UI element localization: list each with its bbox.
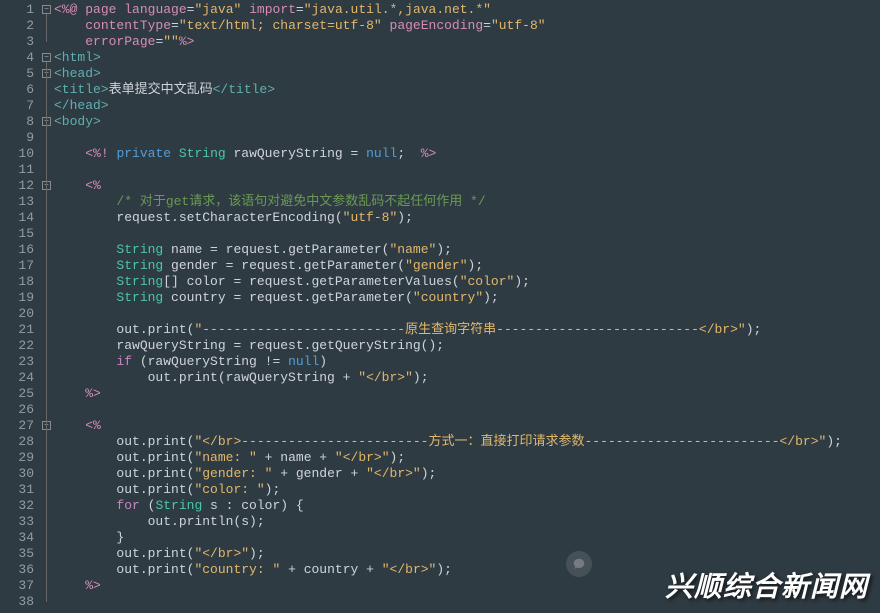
code-line[interactable]: String gender = request.getParameter("ge… [54,258,880,274]
line-number[interactable]: 34 [0,530,34,546]
code-line[interactable]: <%! private String rawQueryString = null… [54,146,880,162]
fold-toggle-icon[interactable]: − [42,5,51,14]
code-line[interactable]: if (rawQueryString != null) [54,354,880,370]
line-number[interactable]: 12 [0,178,34,194]
line-number[interactable]: 22 [0,338,34,354]
code-line[interactable]: out.print("--------------------------原生查… [54,322,880,338]
code-line[interactable]: contentType="text/html; charset=utf-8" p… [54,18,880,34]
line-number[interactable]: 20 [0,306,34,322]
line-number[interactable]: 17 [0,258,34,274]
line-number[interactable]: 13 [0,194,34,210]
line-number[interactable]: 7 [0,98,34,114]
line-number[interactable]: 14 [0,210,34,226]
fold-guide-line [46,430,47,586]
code-line[interactable]: <head> [54,66,880,82]
line-number[interactable]: 30 [0,466,34,482]
line-number[interactable]: 16 [0,242,34,258]
line-number[interactable]: 32 [0,498,34,514]
line-number[interactable]: 25 [0,386,34,402]
line-number[interactable]: 6 [0,82,34,98]
code-line[interactable]: </head> [54,98,880,114]
line-number[interactable]: 37 [0,578,34,594]
code-line[interactable]: <% [54,178,880,194]
code-line[interactable] [54,226,880,242]
line-number[interactable]: 38 [0,594,34,610]
fold-column[interactable]: −−−−−− [40,0,54,613]
line-number[interactable]: 19 [0,290,34,306]
code-line[interactable]: String name = request.getParameter("name… [54,242,880,258]
line-number[interactable]: 15 [0,226,34,242]
code-line[interactable]: } [54,530,880,546]
code-line[interactable]: out.println(s); [54,514,880,530]
line-number[interactable]: 11 [0,162,34,178]
code-line[interactable]: %> [54,386,880,402]
fold-toggle-icon[interactable]: − [42,53,51,62]
code-line[interactable]: out.print("</br>------------------------… [54,434,880,450]
code-line[interactable]: request.setCharacterEncoding("utf-8"); [54,210,880,226]
line-number[interactable]: 28 [0,434,34,450]
code-line[interactable]: String[] color = request.getParameterVal… [54,274,880,290]
code-line[interactable]: out.print("</br>"); [54,546,880,562]
code-line[interactable] [54,162,880,178]
fold-guide-line [46,78,47,106]
code-line[interactable]: <html> [54,50,880,66]
watermark-text: 兴顺综合新闻网 [665,565,868,605]
code-line[interactable]: out.print("color: "); [54,482,880,498]
line-number-gutter[interactable]: 1234567891011121314151617181920212223242… [0,0,40,613]
code-line[interactable] [54,402,880,418]
code-line[interactable]: rawQueryString = request.getQueryString(… [54,338,880,354]
line-number[interactable]: 18 [0,274,34,290]
code-line[interactable]: out.print("gender: " + gender + "</br>")… [54,466,880,482]
code-line[interactable]: out.print(rawQueryString + "</br>"); [54,370,880,386]
line-number[interactable]: 29 [0,450,34,466]
line-number[interactable]: 21 [0,322,34,338]
fold-guide-line [46,14,47,42]
line-number[interactable]: 4 [0,50,34,66]
code-area[interactable]: <%@ page language="java" import="java.ut… [54,0,880,613]
chat-bubble-icon [566,551,592,577]
code-editor[interactable]: 1234567891011121314151617181920212223242… [0,0,880,613]
code-line[interactable]: String country = request.getParameter("c… [54,290,880,306]
line-number[interactable]: 26 [0,402,34,418]
line-number[interactable]: 24 [0,370,34,386]
code-line[interactable]: <% [54,418,880,434]
code-line[interactable]: errorPage=""%> [54,34,880,50]
code-line[interactable]: <body> [54,114,880,130]
fold-guide-line [46,190,47,394]
line-number[interactable]: 27 [0,418,34,434]
line-number[interactable]: 35 [0,546,34,562]
code-line[interactable] [54,130,880,146]
line-number[interactable]: 33 [0,514,34,530]
code-line[interactable] [54,306,880,322]
line-number[interactable]: 1 [0,2,34,18]
code-line[interactable]: /* 对于get请求，该语句对避免中文参数乱码不起任何作用 */ [54,194,880,210]
line-number[interactable]: 3 [0,34,34,50]
line-number[interactable]: 36 [0,562,34,578]
line-number[interactable]: 31 [0,482,34,498]
line-number[interactable]: 9 [0,130,34,146]
code-line[interactable]: <title>表单提交中文乱码</title> [54,82,880,98]
line-number[interactable]: 2 [0,18,34,34]
code-line[interactable]: out.print("name: " + name + "</br>"); [54,450,880,466]
line-number[interactable]: 10 [0,146,34,162]
line-number[interactable]: 23 [0,354,34,370]
code-line[interactable]: for (String s : color) { [54,498,880,514]
line-number[interactable]: 5 [0,66,34,82]
code-line[interactable]: <%@ page language="java" import="java.ut… [54,2,880,18]
line-number[interactable]: 8 [0,114,34,130]
